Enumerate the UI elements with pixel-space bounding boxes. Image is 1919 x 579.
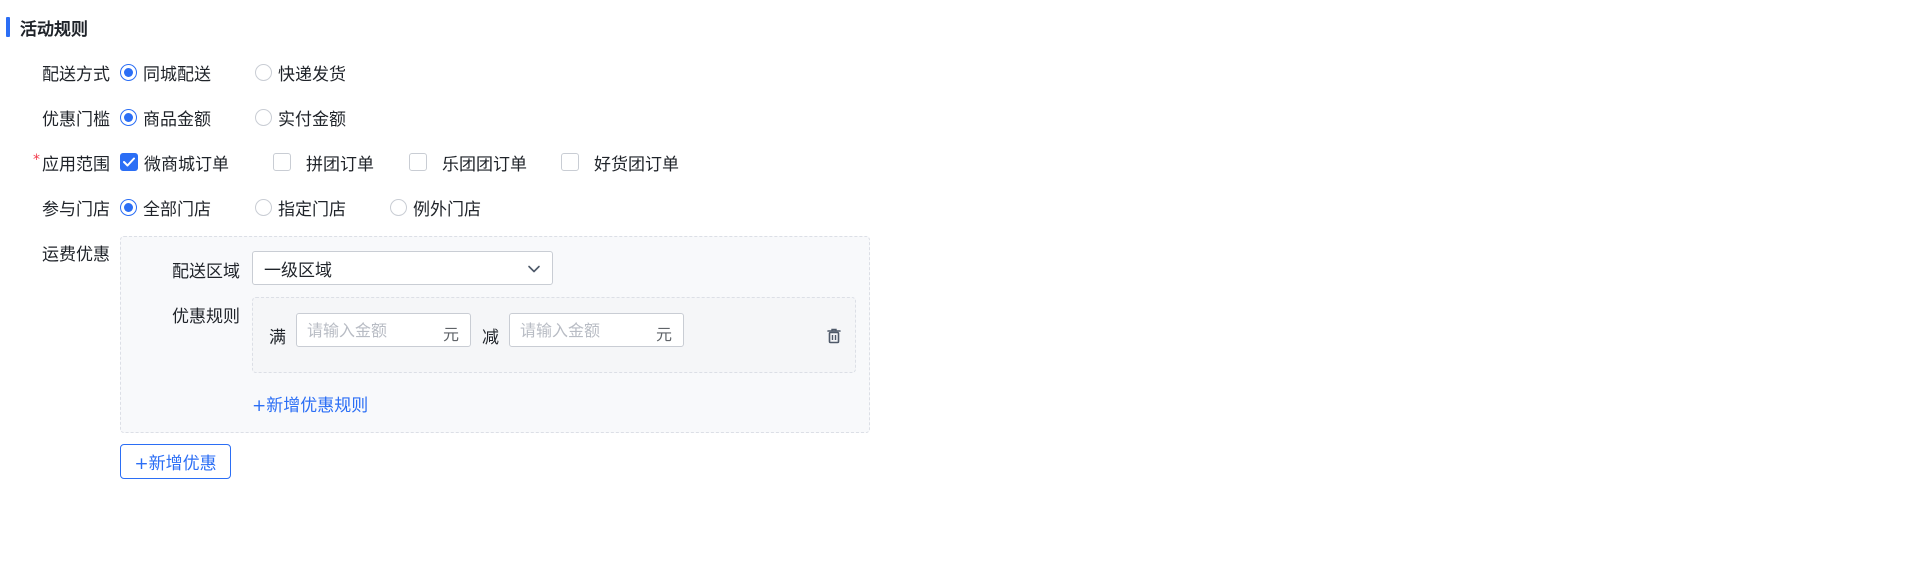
- delivery-method-row: 配送方式 同城配送 快递发货: [0, 60, 346, 85]
- discount-rule-box: 满 元 减 元: [252, 297, 856, 373]
- stores-option-excluded[interactable]: 例外门店: [390, 195, 481, 220]
- option-label: 乐团团订单: [442, 154, 527, 175]
- delivery-area-select[interactable]: 一级区域: [252, 251, 553, 285]
- threshold-row: 优惠门槛 商品金额 实付金额: [0, 105, 346, 130]
- radio-selected-icon[interactable]: [120, 198, 137, 216]
- checkbox-unchecked-icon[interactable]: [409, 153, 427, 171]
- radio-selected-icon[interactable]: [120, 63, 137, 81]
- threshold-option-paid-amount[interactable]: 实付金额: [255, 105, 346, 130]
- radio-selected-icon[interactable]: [120, 108, 137, 126]
- option-label: 实付金额: [278, 109, 346, 130]
- option-label: 拼团订单: [306, 154, 374, 175]
- radio-unselected-icon[interactable]: [255, 108, 272, 126]
- option-label: 例外门店: [413, 199, 481, 220]
- full-amount-field[interactable]: [297, 319, 439, 341]
- option-label: 同城配送: [143, 64, 211, 85]
- option-label: 好货团订单: [594, 154, 679, 175]
- stores-row: 参与门店 全部门店 指定门店 例外门店: [0, 195, 481, 220]
- minus-word: 减: [482, 328, 499, 348]
- chevron-down-icon: [526, 261, 542, 277]
- delivery-area-value: 一级区域: [264, 260, 332, 281]
- scope-row: * 应用范围 微商城订单 拼团订单 乐团团订单 好货团订单: [0, 150, 679, 175]
- checkbox-unchecked-icon[interactable]: [273, 153, 291, 171]
- freight-label: 运费优惠: [42, 244, 110, 265]
- threshold-label: 优惠门槛: [42, 109, 110, 130]
- scope-option-haohuo[interactable]: 好货团订单: [561, 150, 679, 175]
- radio-unselected-icon[interactable]: [255, 63, 272, 81]
- option-label: 商品金额: [143, 109, 211, 130]
- option-label: 指定门店: [278, 199, 346, 220]
- radio-unselected-icon[interactable]: [390, 198, 407, 216]
- option-label: 微商城订单: [144, 154, 229, 175]
- scope-option-weishop[interactable]: 微商城订单: [120, 150, 229, 175]
- radio-unselected-icon[interactable]: [255, 198, 272, 216]
- discount-rule-label: 优惠规则: [172, 307, 240, 327]
- required-mark: *: [33, 152, 40, 168]
- option-label: 全部门店: [143, 199, 211, 220]
- trash-icon[interactable]: [823, 325, 845, 347]
- freight-row: 运费优惠: [0, 240, 110, 265]
- scope-option-group[interactable]: 拼团订单: [273, 150, 374, 175]
- minus-amount-input[interactable]: 元: [509, 313, 684, 347]
- stores-label: 参与门店: [42, 199, 110, 220]
- unit-label: 元: [442, 325, 459, 344]
- stores-option-specified[interactable]: 指定门店: [255, 195, 346, 220]
- minus-amount-field[interactable]: [510, 319, 652, 341]
- scope-option-letuan[interactable]: 乐团团订单: [409, 150, 527, 175]
- add-discount-rule-link[interactable]: +新增优惠规则: [252, 391, 368, 416]
- full-amount-input[interactable]: 元: [296, 313, 471, 347]
- scope-label: 应用范围: [42, 154, 110, 175]
- stores-option-all[interactable]: 全部门店: [120, 195, 211, 220]
- checkbox-checked-icon[interactable]: [120, 153, 138, 171]
- delivery-option-express[interactable]: 快递发货: [255, 60, 346, 85]
- unit-label: 元: [655, 325, 672, 344]
- section-header: 活动规则: [6, 16, 88, 40]
- section-accent-bar: [6, 17, 10, 37]
- delivery-area-label: 配送区域: [172, 262, 240, 282]
- full-word: 满: [269, 328, 286, 348]
- checkbox-unchecked-icon[interactable]: [561, 153, 579, 171]
- delivery-method-label: 配送方式: [42, 64, 110, 85]
- section-title: 活动规则: [20, 19, 88, 40]
- freight-discount-panel: 配送区域 一级区域 优惠规则 满 元 减 元: [120, 236, 870, 433]
- activity-rules-page: 活动规则 配送方式 同城配送 快递发货 优惠门槛 商品金额 实付金额 * 应用范…: [0, 0, 1919, 579]
- threshold-option-goods-amount[interactable]: 商品金额: [120, 105, 211, 130]
- add-discount-button[interactable]: +新增优惠: [120, 444, 231, 479]
- option-label: 快递发货: [278, 64, 346, 85]
- delivery-option-same-city[interactable]: 同城配送: [120, 60, 211, 85]
